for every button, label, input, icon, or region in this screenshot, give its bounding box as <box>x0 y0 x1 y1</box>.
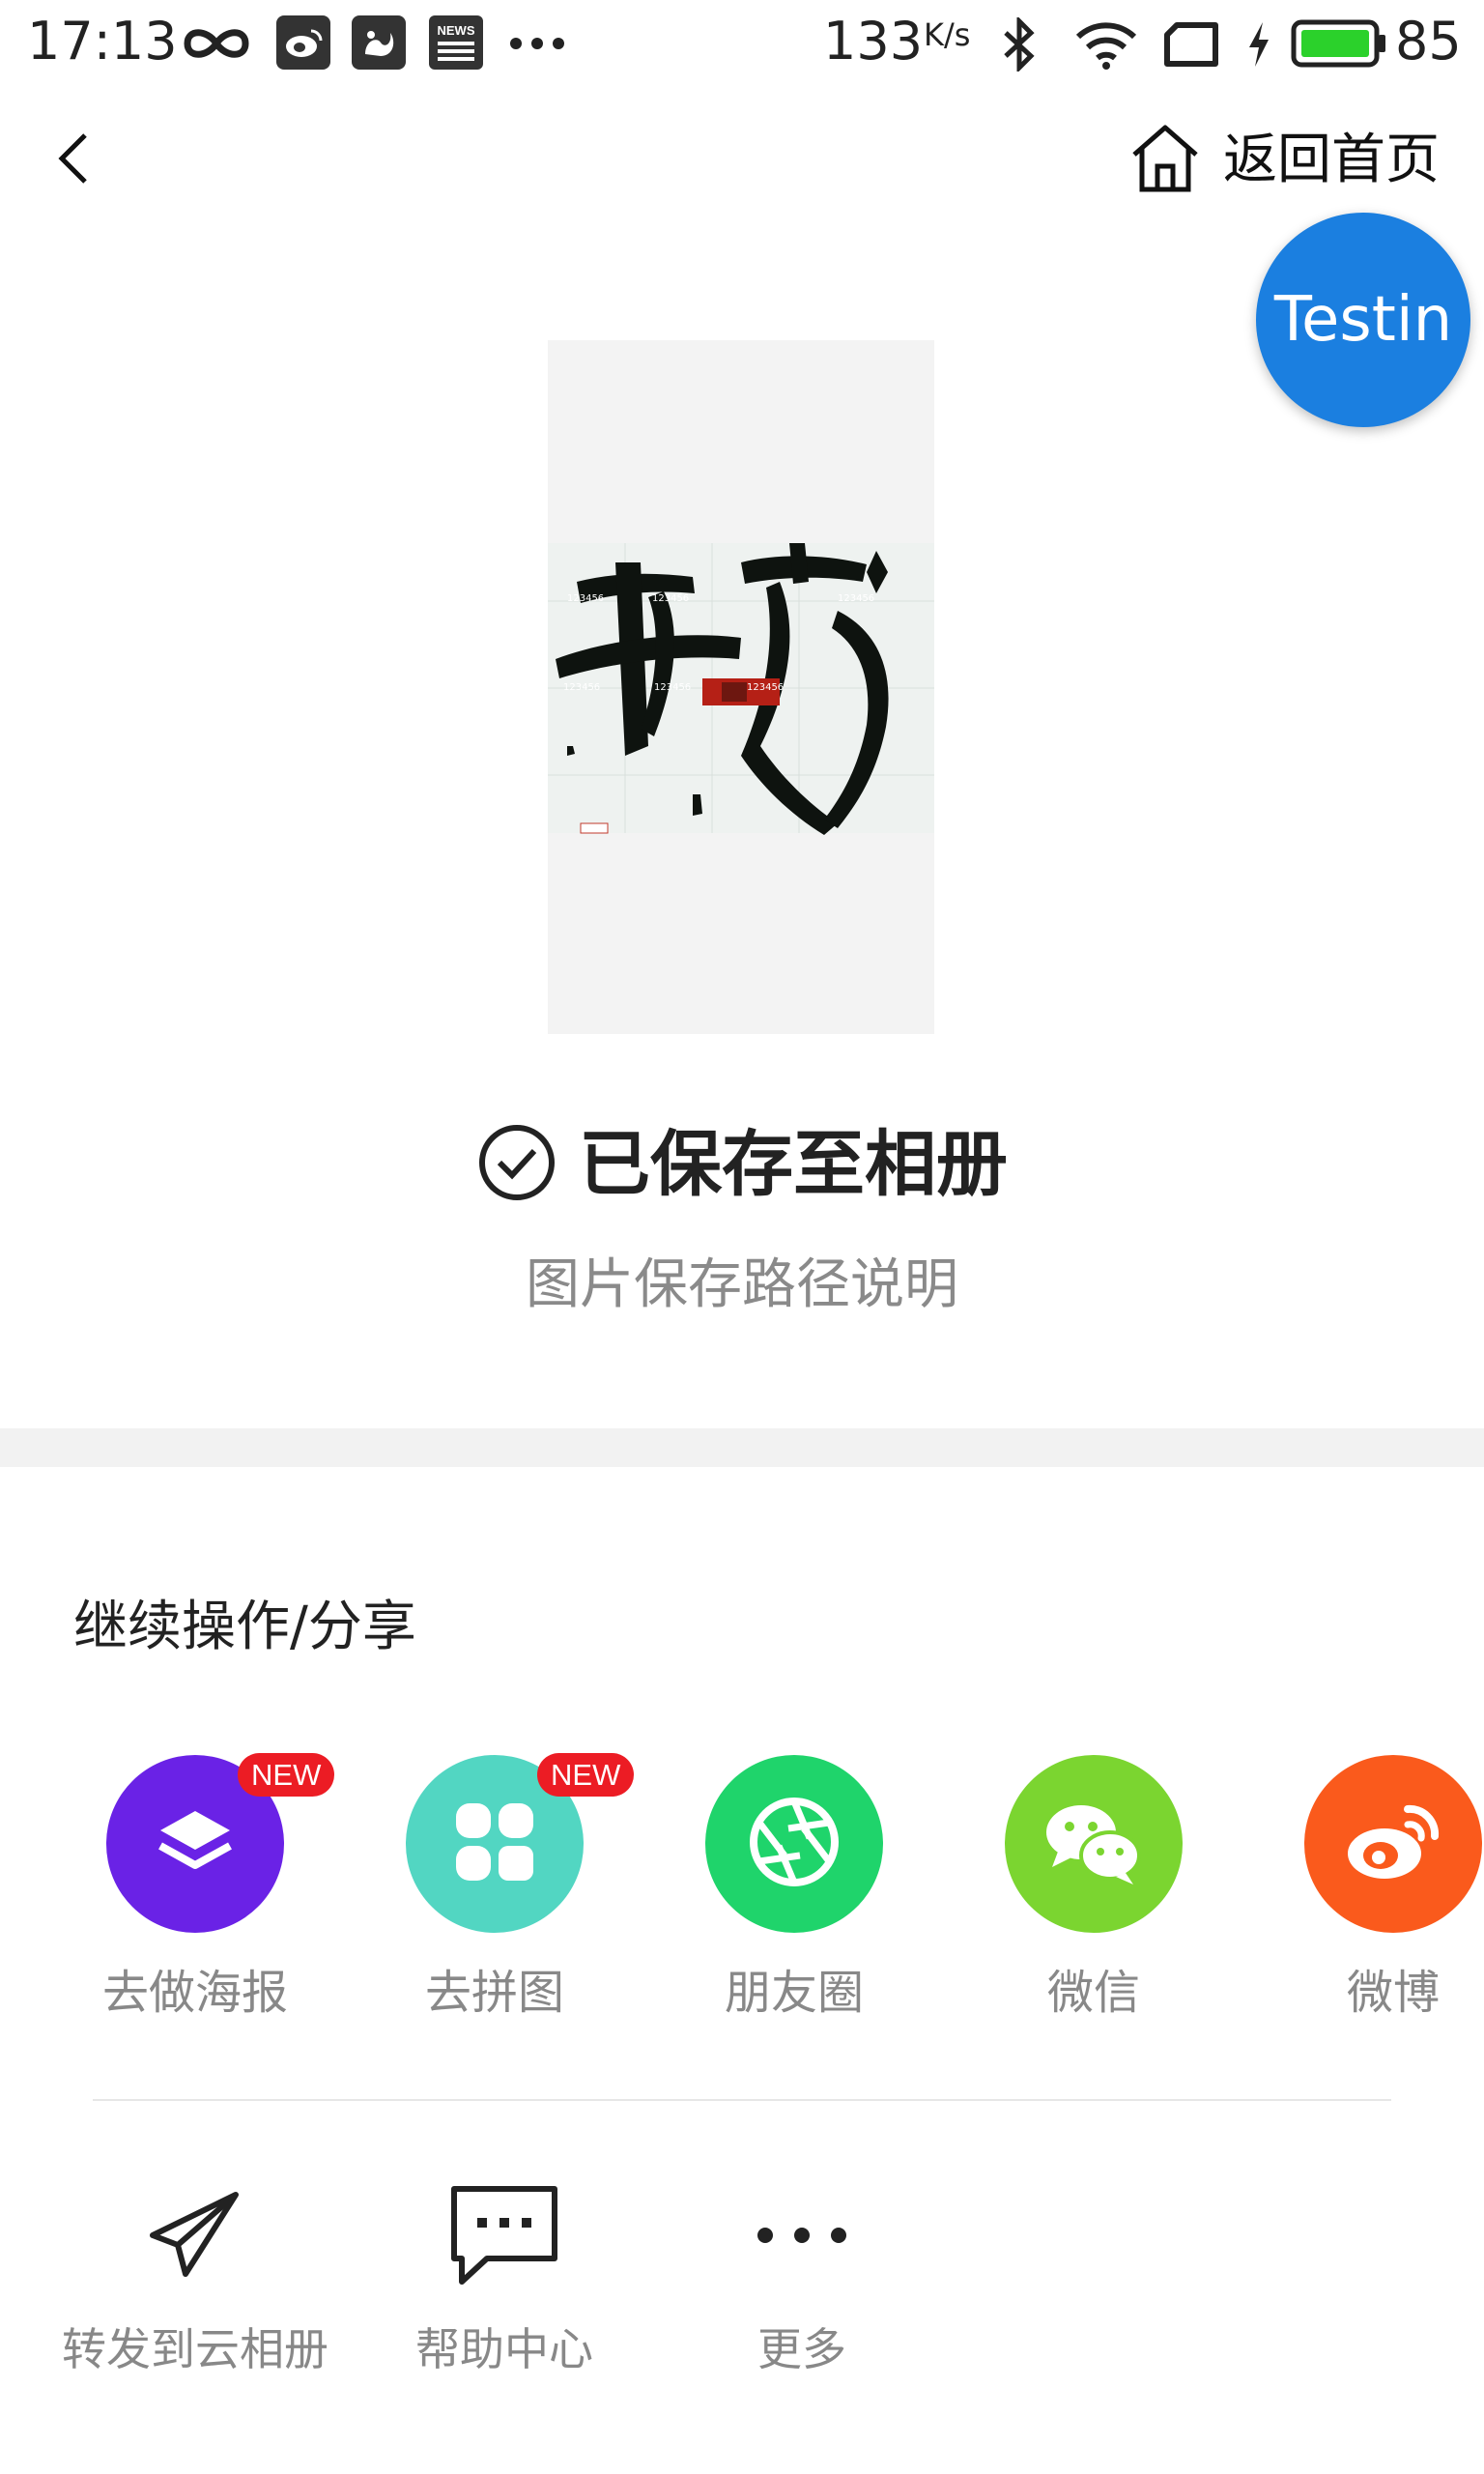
back-button[interactable] <box>35 122 112 199</box>
new-badge: NEW <box>238 1753 335 1798</box>
chevron-left-icon <box>54 131 93 189</box>
watermark-5: 123456 <box>654 682 691 693</box>
share-item-collage-circle: NEW <box>406 1753 635 1933</box>
wechat-icon <box>1041 1796 1147 1892</box>
wifi-icon <box>1072 15 1140 73</box>
bluetooth-icon <box>997 15 1042 73</box>
share-item-collage[interactable]: NEW 去拼图 <box>369 1753 635 2022</box>
saved-image-preview[interactable]: 123456 123456 123456 123456 123456 12345… <box>548 340 934 1034</box>
watermark-4: 123456 <box>563 682 600 693</box>
home-button[interactable]: 返回首页 <box>1128 122 1457 199</box>
news-icon-label: NEWS <box>437 23 475 38</box>
squirrel-app-icon <box>352 15 406 70</box>
testin-label: Testin <box>1273 284 1453 356</box>
watermark-3: 123456 <box>838 593 874 604</box>
infinity-icon <box>182 17 251 70</box>
chat-bubble-icon <box>448 2183 560 2291</box>
tools-divider <box>93 2099 1391 2101</box>
more-dots-icon <box>756 2226 848 2249</box>
home-button-label: 返回首页 <box>1223 129 1440 191</box>
sim-card-icon <box>1161 19 1221 70</box>
tool-label: 转发到云相册 <box>62 2323 328 2375</box>
share-item-wechat-circle <box>1005 1755 1183 1933</box>
net-speed-unit: K/s <box>924 16 971 53</box>
tools-row: 转发到云相册 帮助中心 更多 <box>50 2174 1016 2406</box>
news-app-icon: NEWS <box>429 15 483 70</box>
more-notifications-icon <box>506 19 568 68</box>
share-item-moments-circle <box>705 1755 883 1933</box>
share-item-wechat[interactable]: 微信 <box>968 1755 1219 2022</box>
grid-icon <box>450 1798 539 1890</box>
new-badge: NEW <box>537 1753 635 1798</box>
battery-icon <box>1291 17 1387 70</box>
share-item-weibo[interactable]: 微博 <box>1268 1755 1484 2022</box>
help-center-button[interactable]: 帮助中心 <box>359 2174 649 2376</box>
status-bar: 17:13 NEWS 133 K/s 85 <box>0 0 1484 87</box>
testin-floating-button[interactable]: Testin <box>1256 213 1470 427</box>
share-item-moments[interactable]: 朋友圈 <box>669 1755 920 2022</box>
charging-icon <box>1244 19 1273 70</box>
share-row: NEW 去做海报 NEW 去拼图 朋友圈 微信 微博 <box>70 1753 1484 2064</box>
status-time: 17:13 <box>27 11 178 72</box>
weibo-app-icon <box>276 15 330 70</box>
share-section-title: 继续操作/分享 <box>73 1596 416 1658</box>
save-path-help-link[interactable]: 图片保存路径说明 <box>0 1252 1484 1317</box>
share-item-label: 微博 <box>1346 1966 1440 2020</box>
share-item-label: 去做海报 <box>101 1966 288 2020</box>
watermark-1: 123456 <box>567 593 604 604</box>
weibo-icon <box>1340 1796 1446 1892</box>
tool-label: 更多 <box>757 2323 846 2375</box>
layers-icon <box>149 1796 242 1892</box>
calligraphy-artwork: 123456 123456 123456 123456 123456 12345… <box>548 543 934 835</box>
battery-percent: 85 <box>1395 11 1462 72</box>
share-item-label: 微信 <box>1046 1966 1140 2020</box>
share-item-weibo-circle <box>1304 1755 1482 1933</box>
net-speed-value: 133 <box>823 11 924 72</box>
watermark-2: 123456 <box>652 593 689 604</box>
share-item-poster-circle: NEW <box>106 1753 335 1933</box>
home-icon <box>1128 122 1202 199</box>
check-circle-icon <box>476 1122 557 1207</box>
share-item-label: 朋友圈 <box>724 1966 864 2020</box>
share-item-poster[interactable]: NEW 去做海报 <box>70 1753 335 2022</box>
tool-label: 帮助中心 <box>415 2323 593 2375</box>
section-divider <box>0 1428 1484 1467</box>
watermark-6: 123456 <box>747 682 784 693</box>
more-button[interactable]: 更多 <box>657 2174 947 2376</box>
forward-to-cloud-album-button[interactable]: 转发到云相册 <box>50 2174 340 2376</box>
save-status-row: 已保存至相册 <box>0 1111 1484 1218</box>
saved-to-album-text: 已保存至相册 <box>579 1123 1008 1206</box>
share-item-label: 去拼图 <box>424 1966 564 2020</box>
aperture-icon <box>746 1794 842 1894</box>
paper-plane-icon <box>147 2189 243 2286</box>
